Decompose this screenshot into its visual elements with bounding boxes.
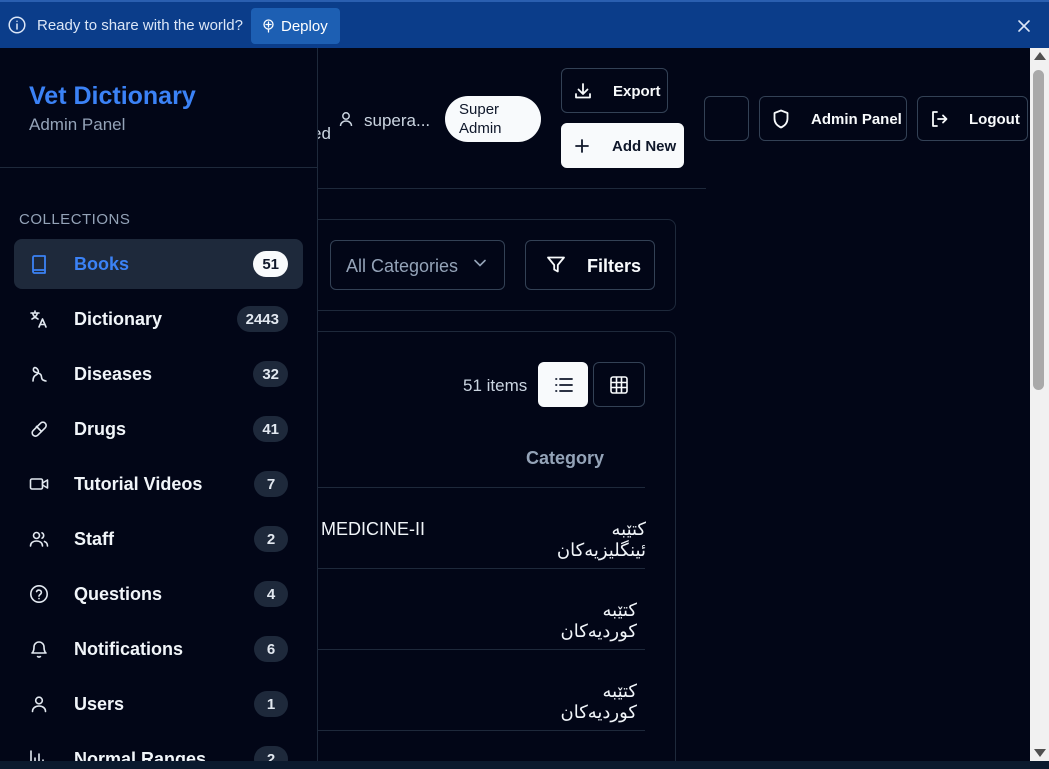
collections-heading: COLLECTIONS [19,211,131,228]
info-icon [8,16,26,34]
row-category: کتێبە کوردیەکان [560,600,637,641]
count-badge: 2 [254,746,288,761]
deploy-label: Deploy [281,17,328,35]
count-badge: 51 [253,251,288,277]
list-view-button[interactable] [538,362,588,407]
sidebar-item-notifications[interactable]: Notifications 6 [14,624,303,674]
admin-panel-button[interactable]: Admin Panel [759,96,907,141]
bar-chart-icon [29,749,49,761]
banner-message: Ready to share with the world? [37,17,243,34]
count-badge: 41 [253,416,288,442]
user-icon [29,694,49,714]
sidebar-item-books[interactable]: Books 51 [14,239,303,289]
row-divider [318,730,645,731]
deploy-banner: Ready to share with the world? Deploy [0,0,1049,48]
count-badge: 2443 [236,306,288,332]
filters-label: Filters [587,256,642,276]
video-icon [29,474,49,494]
theme-toggle-button[interactable] [704,96,749,141]
sidebar: Vet Dictionary Admin Panel COLLECTIONS B… [0,48,318,761]
category-select[interactable]: All Categories [330,240,505,290]
export-button[interactable]: Export [561,68,668,113]
count-badge: 32 [253,361,288,387]
count-badge: 4 [254,581,288,607]
bell-icon [29,639,49,659]
sidebar-item-label: Dictionary [74,309,163,329]
sidebar-item-label: Books [74,254,130,274]
sidebar-item-drugs[interactable]: Drugs 41 [14,404,303,454]
column-header-category: Category [526,448,605,468]
row-category: کتێبە کوردیەکان [560,681,637,722]
count-badge: 1 [254,691,288,717]
book-icon [29,254,49,274]
sidebar-item-label: Tutorial Videos [74,474,203,494]
header-divider [318,188,706,189]
app-subtitle: Admin Panel [29,115,126,134]
app-title: Vet Dictionary [29,82,196,110]
table-header-divider [318,487,645,488]
page-scrollbar[interactable] [1030,48,1049,761]
shield-icon [772,109,790,129]
filter-icon [546,256,566,274]
sidebar-item-label: Staff [74,529,114,549]
help-circle-icon [29,584,49,604]
sidebar-item-users[interactable]: Users 1 [14,679,303,729]
deploy-button[interactable]: Deploy [251,8,340,44]
role-badge: Super Admin [445,96,541,142]
sidebar-item-label: Normal Ranges [74,749,207,761]
sidebar-item-label: Users [74,694,125,714]
user-icon [339,111,353,127]
download-icon [573,81,593,101]
sidebar-item-label: Questions [74,584,163,604]
count-badge: 6 [254,636,288,662]
count-badge: 7 [254,471,288,497]
username-label: supera... [364,111,431,130]
sidebar-header: Vet Dictionary Admin Panel [0,48,317,168]
logout-button[interactable]: Logout [917,96,1028,141]
plus-icon [574,138,590,154]
rocket-icon [262,19,275,33]
scrollbar-thumb[interactable] [1033,70,1044,390]
sidebar-item-staff[interactable]: Staff 2 [14,514,303,564]
scroll-up-icon[interactable] [1034,52,1046,60]
filters-button[interactable]: Filters [525,240,655,290]
add-new-button[interactable]: Add New [561,123,684,168]
sidebar-item-tutorial-videos[interactable]: Tutorial Videos 7 [14,459,303,509]
grid-icon [610,376,628,394]
export-label: Export [613,83,661,100]
logout-label: Logout [969,111,1020,128]
translate-icon [29,309,49,329]
count-badge: 2 [254,526,288,552]
row-divider [318,649,645,650]
pill-icon [29,419,49,439]
row-divider [318,568,645,569]
item-count: 51 items [463,376,528,395]
list-icon [555,377,573,393]
admin-panel-label: Admin Panel [811,111,902,128]
sidebar-item-dictionary[interactable]: Dictionary 2443 [14,294,303,344]
sidebar-item-normal-ranges[interactable]: Normal Ranges 2 [14,734,303,761]
chevron-down-icon [474,259,486,267]
row-category: کتێبە ئینگلیزیەکان [556,519,646,560]
window-bottom-edge [0,761,1049,769]
category-select-value: All Categories [346,256,459,276]
sidebar-item-label: Diseases [74,364,153,384]
scroll-down-icon[interactable] [1034,749,1046,757]
close-icon[interactable] [1016,18,1032,34]
sidebar-item-questions[interactable]: Questions 4 [14,569,303,619]
grid-view-button[interactable] [593,362,645,407]
users-icon [29,529,49,549]
sidebar-item-label: Drugs [74,419,127,439]
add-new-label: Add New [612,138,677,155]
logout-icon [929,109,949,129]
sidebar-item-label: Notifications [74,639,184,659]
row-title: MEDICINE-II [321,519,426,539]
bacteria-icon [29,364,49,384]
sidebar-item-diseases[interactable]: Diseases 32 [14,349,303,399]
